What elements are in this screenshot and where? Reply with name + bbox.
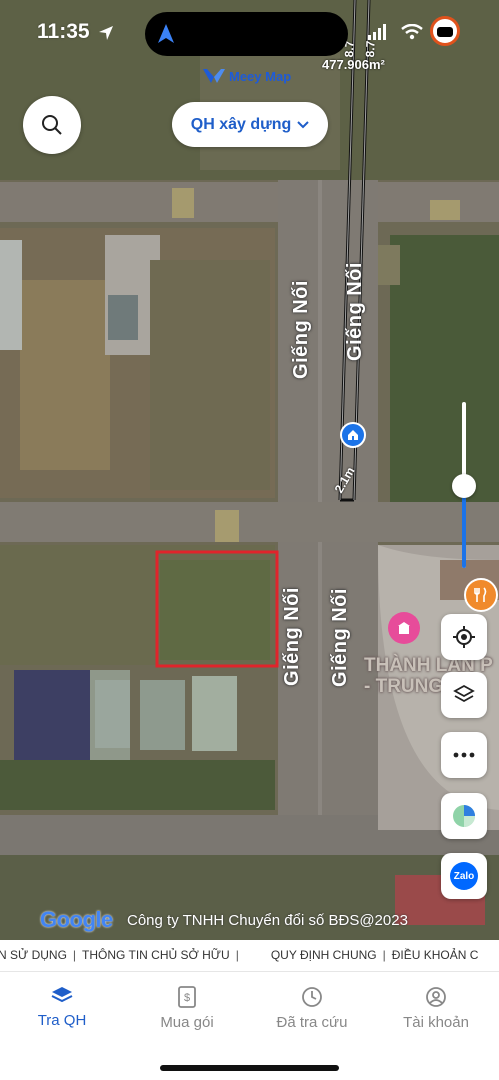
clock-icon [302,987,322,1007]
pie-chart-icon [453,805,475,827]
restaurant-pin-icon[interactable] [464,578,498,612]
map-copyright: Công ty TNHH Chuyển đổi số BĐS@2023 [127,912,408,929]
zalo-icon: Zalo [450,862,478,890]
app-root: 8.7 8.7 477.906m² 2.1m Giếng Nối Giếng N… [0,0,499,1080]
meey-map-logo: Meey Map [203,67,291,85]
home-indicator[interactable] [160,1065,339,1071]
ticker-item[interactable]: THÔNG TIN CHỦ SỞ HỮU [82,948,230,962]
status-bar: 11:35 [0,0,499,62]
tab-tai-khoan[interactable]: Tài khoản [381,986,491,1031]
road-label: Giếng Nối [280,587,303,686]
battery-icon [430,16,460,46]
status-time: 11:35 [37,20,90,43]
search-icon [42,115,62,135]
ticker-item[interactable]: ĐIỀU KHOẢN C [392,948,479,962]
poi-pin-icon[interactable] [388,612,420,644]
ticker-separator: | [72,948,77,962]
tab-label: Tra QH [37,1012,87,1029]
svg-text:$: $ [184,992,190,1004]
statistics-button[interactable] [441,793,487,839]
crosshair-icon [453,626,475,648]
location-arrow-icon [99,26,113,40]
tab-mua-goi[interactable]: $ Mua gói [132,986,242,1031]
road-label: Giếng Nối [328,588,351,687]
ticker-item[interactable]: QUY ĐỊNH CHUNG [271,948,377,962]
search-button[interactable] [23,96,81,154]
more-dots-icon [453,752,475,758]
tab-label: Tài khoản [403,1014,469,1031]
ticker-separator: | [382,948,386,962]
ticker-separator: | [235,948,239,962]
road-label: Giếng Nối [289,280,312,379]
home-marker-icon[interactable] [340,422,366,448]
bottom-tab-bar: Tra QH $ Mua gói Đã tra cứu Tài khoản [0,972,499,1080]
layers-icon [51,987,73,1003]
zoom-slider-handle[interactable] [452,474,476,498]
google-logo-text: Google [40,907,113,932]
google-logo: Google [40,907,113,933]
tab-da-tra-cuu[interactable]: Đã tra cứu [257,986,367,1031]
my-location-button[interactable] [441,614,487,660]
more-options-button[interactable] [441,732,487,778]
planning-layer-dropdown[interactable]: QH xây dựng [172,102,328,147]
meey-logo-text: Meey Map [229,68,292,84]
layers-icon [453,684,475,703]
signal-icon [368,24,386,40]
tab-label: Đã tra cứu [276,1014,348,1031]
tab-label: Mua gói [160,1014,214,1031]
info-ticker[interactable]: N SỬ DỤNG | THÔNG TIN CHỦ SỞ HỮU | QUY Đ… [0,940,499,972]
planning-layer-label: QH xây dựng [190,115,292,133]
ticker-item[interactable]: N SỬ DỤNG [0,948,67,962]
tab-tra-qh[interactable]: Tra QH [7,986,117,1029]
wifi-icon [401,24,423,40]
road-label: Giếng Nối [343,262,366,361]
navigation-arrow-icon [158,24,174,43]
dynamic-island [145,12,348,56]
map-layers-button[interactable] [441,672,487,718]
chevron-down-icon [297,120,309,128]
zalo-button[interactable]: Zalo [441,853,487,899]
meey-logo-icon [203,69,225,83]
user-circle-icon [426,987,446,1007]
document-dollar-icon: $ [178,986,196,1008]
